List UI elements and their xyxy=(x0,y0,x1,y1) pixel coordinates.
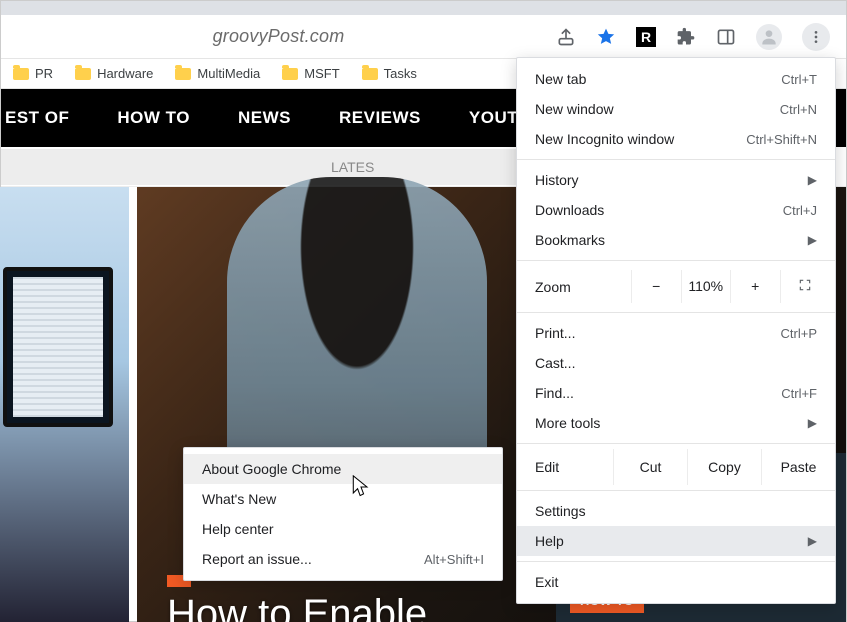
menu-new-incognito[interactable]: New Incognito window Ctrl+Shift+N xyxy=(517,124,835,154)
submenu-whats-new[interactable]: What's New xyxy=(184,484,502,514)
menu-new-tab[interactable]: New tab Ctrl+T xyxy=(517,64,835,94)
hero-title[interactable]: How to Enable xyxy=(167,592,427,622)
menu-more-tools[interactable]: More tools ▶ xyxy=(517,408,835,438)
edit-label: Edit xyxy=(517,451,613,483)
menu-separator xyxy=(517,490,835,491)
submenu-report-issue[interactable]: Report an issue... Alt+Shift+I xyxy=(184,544,502,574)
hero-left-image xyxy=(0,187,129,622)
menu-new-window[interactable]: New window Ctrl+N xyxy=(517,94,835,124)
menu-label: New tab xyxy=(535,71,586,87)
bookmark-folder[interactable]: Hardware xyxy=(75,66,153,81)
chevron-right-icon: ▶ xyxy=(808,534,817,548)
menu-label: What's New xyxy=(202,491,276,507)
zoom-value: 110% xyxy=(681,270,731,303)
zoom-label: Zoom xyxy=(535,279,631,295)
chevron-right-icon: ▶ xyxy=(808,233,817,247)
menu-settings[interactable]: Settings xyxy=(517,496,835,526)
bookmark-label: MSFT xyxy=(304,66,339,81)
bookmark-star-icon[interactable] xyxy=(596,27,616,47)
menu-label: New window xyxy=(535,101,614,117)
edit-cut-button[interactable]: Cut xyxy=(613,449,687,485)
kebab-menu-icon[interactable] xyxy=(802,23,830,51)
menu-label: Settings xyxy=(535,503,586,519)
address-text: groovyPost.com xyxy=(213,26,345,46)
browser-toolbar: groovyPost.com R xyxy=(1,15,846,59)
folder-icon xyxy=(282,68,298,80)
menu-label: Exit xyxy=(535,574,558,590)
folder-icon xyxy=(362,68,378,80)
menu-label: Bookmarks xyxy=(535,232,605,248)
zoom-in-button[interactable]: + xyxy=(730,270,780,303)
zoom-out-button[interactable]: − xyxy=(631,270,681,303)
menu-label: New Incognito window xyxy=(535,131,674,147)
menu-help[interactable]: Help ▶ xyxy=(517,526,835,556)
menu-label: Report an issue... xyxy=(202,551,312,567)
menu-label: About Google Chrome xyxy=(202,461,341,477)
menu-shortcut: Ctrl+N xyxy=(780,102,817,117)
menu-separator xyxy=(517,443,835,444)
menu-exit[interactable]: Exit xyxy=(517,567,835,597)
side-panel-icon[interactable] xyxy=(716,27,736,47)
bookmark-folder[interactable]: PR xyxy=(13,66,53,81)
menu-downloads[interactable]: Downloads Ctrl+J xyxy=(517,195,835,225)
menu-history[interactable]: History ▶ xyxy=(517,165,835,195)
bookmark-label: Tasks xyxy=(384,66,417,81)
menu-zoom-row: Zoom − 110% + xyxy=(517,266,835,307)
folder-icon xyxy=(13,68,29,80)
menu-separator xyxy=(517,159,835,160)
address-bar[interactable]: groovyPost.com xyxy=(1,26,556,47)
chevron-right-icon: ▶ xyxy=(808,416,817,430)
tab-strip xyxy=(1,1,846,15)
bookmark-label: MultiMedia xyxy=(197,66,260,81)
mouse-cursor-icon xyxy=(352,475,370,499)
menu-shortcut: Ctrl+J xyxy=(783,203,817,218)
menu-label: Help center xyxy=(202,521,274,537)
edit-paste-button[interactable]: Paste xyxy=(761,449,835,485)
menu-separator xyxy=(517,561,835,562)
fullscreen-button[interactable] xyxy=(780,270,830,303)
folder-icon xyxy=(175,68,191,80)
menu-shortcut: Ctrl+F xyxy=(781,386,817,401)
menu-label: Cast... xyxy=(535,355,575,371)
nav-item[interactable]: REVIEWS xyxy=(339,108,421,128)
extensions-icon[interactable] xyxy=(676,27,696,47)
menu-shortcut: Ctrl+T xyxy=(781,72,817,87)
menu-bookmarks[interactable]: Bookmarks ▶ xyxy=(517,225,835,255)
extension-r-icon[interactable]: R xyxy=(636,27,656,47)
menu-label: Help xyxy=(535,533,564,549)
menu-label: Print... xyxy=(535,325,575,341)
edit-copy-button[interactable]: Copy xyxy=(687,449,761,485)
monitor-graphic xyxy=(3,267,113,427)
chevron-right-icon: ▶ xyxy=(808,173,817,187)
bookmark-folder[interactable]: Tasks xyxy=(362,66,417,81)
submenu-help-center[interactable]: Help center xyxy=(184,514,502,544)
menu-cast[interactable]: Cast... xyxy=(517,348,835,378)
nav-item[interactable]: HOW TO xyxy=(117,108,190,128)
share-icon[interactable] xyxy=(556,27,576,47)
nav-item[interactable]: NEWS xyxy=(238,108,291,128)
bookmark-folder[interactable]: MSFT xyxy=(282,66,339,81)
menu-separator xyxy=(517,312,835,313)
menu-shortcut: Ctrl+P xyxy=(781,326,817,341)
profile-icon[interactable] xyxy=(756,24,782,50)
menu-label: Downloads xyxy=(535,202,604,218)
menu-shortcut: Ctrl+Shift+N xyxy=(746,132,817,147)
bookmark-label: PR xyxy=(35,66,53,81)
folder-icon xyxy=(75,68,91,80)
menu-label: Find... xyxy=(535,385,574,401)
nav-item[interactable]: EST OF xyxy=(5,108,69,128)
menu-separator xyxy=(517,260,835,261)
bookmark-label: Hardware xyxy=(97,66,153,81)
menu-shortcut: Alt+Shift+I xyxy=(424,552,484,567)
menu-label: More tools xyxy=(535,415,600,431)
menu-find[interactable]: Find... Ctrl+F xyxy=(517,378,835,408)
menu-label: History xyxy=(535,172,579,188)
menu-print[interactable]: Print... Ctrl+P xyxy=(517,318,835,348)
chrome-main-menu: New tab Ctrl+T New window Ctrl+N New Inc… xyxy=(516,57,836,604)
bookmark-folder[interactable]: MultiMedia xyxy=(175,66,260,81)
menu-edit-row: Edit Cut Copy Paste xyxy=(517,449,835,485)
help-submenu: About Google Chrome What's New Help cent… xyxy=(183,447,503,581)
submenu-about-chrome[interactable]: About Google Chrome xyxy=(184,454,502,484)
